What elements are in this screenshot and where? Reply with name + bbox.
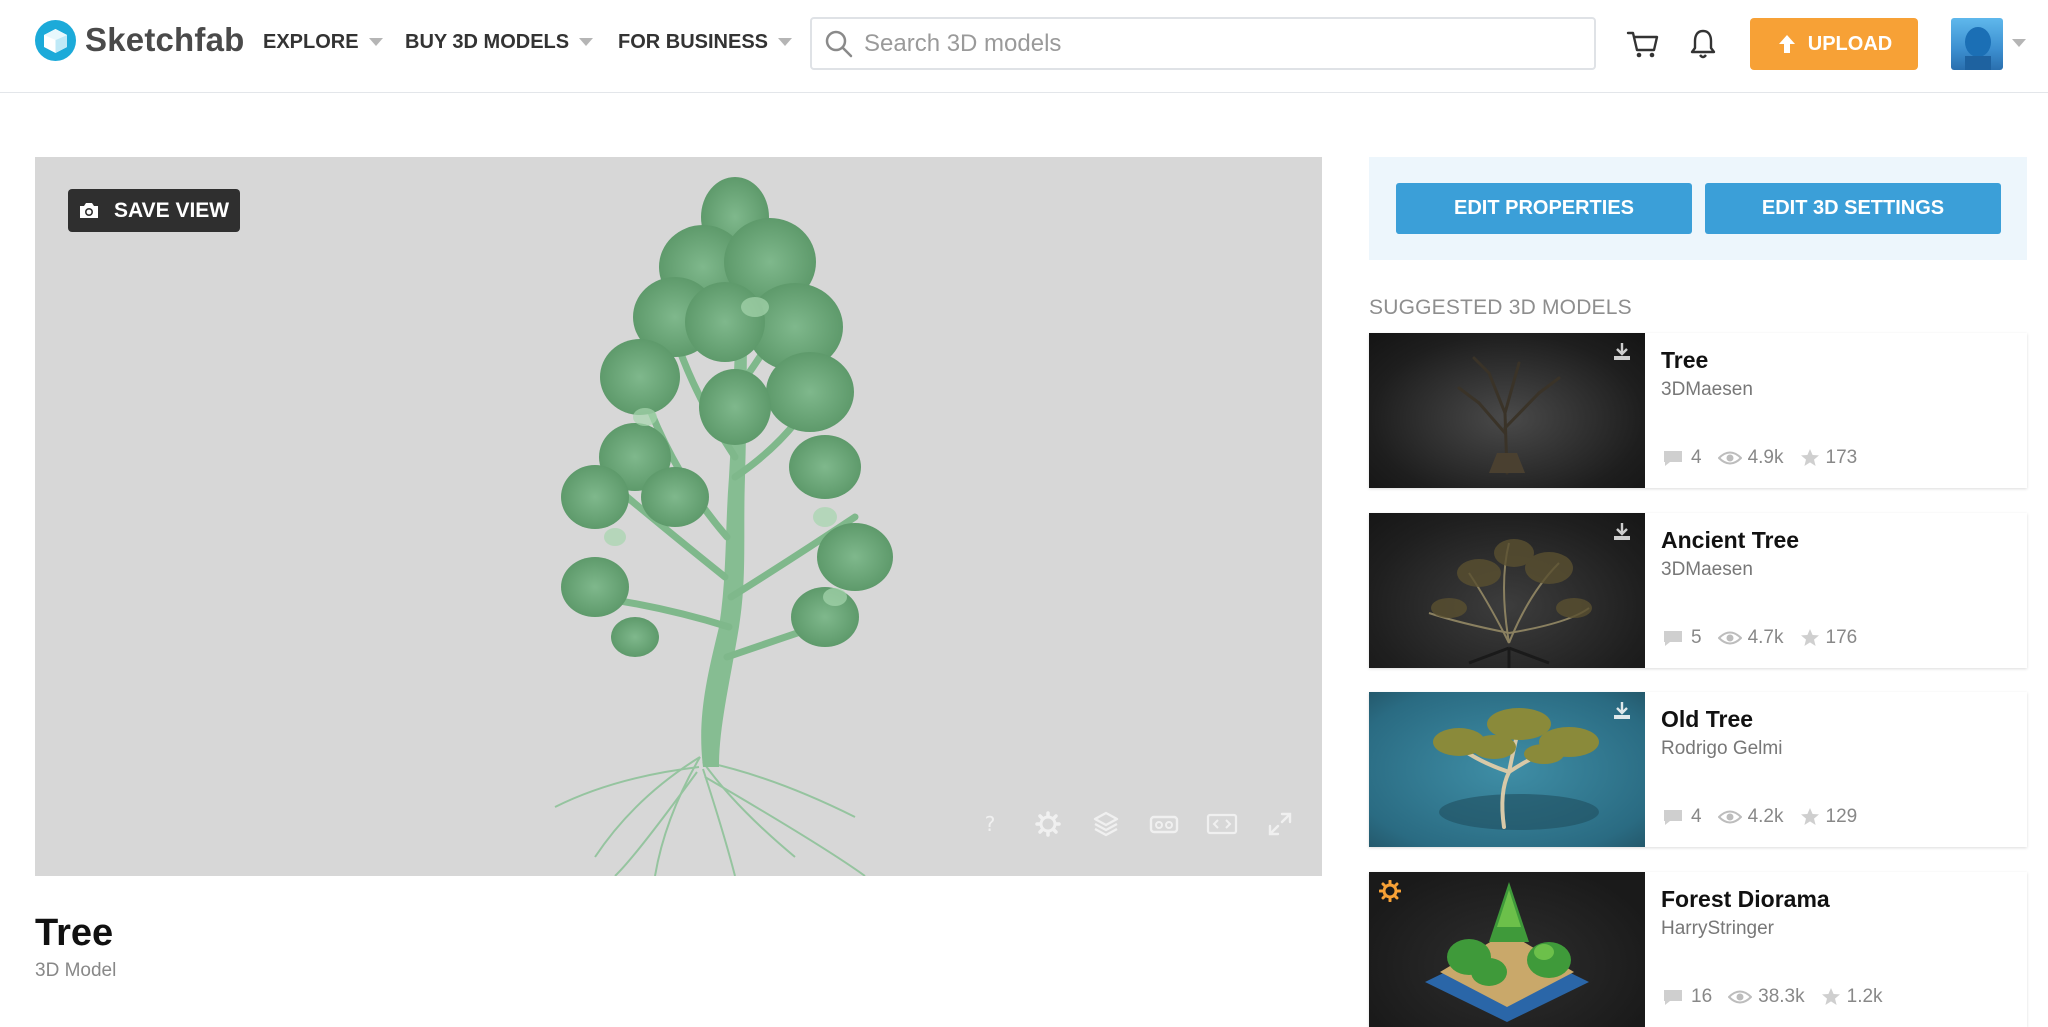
camera-icon — [80, 203, 98, 218]
view-count: 4.7k — [1747, 627, 1784, 648]
nav-for-business[interactable]: FOR BUSINESS — [618, 28, 793, 56]
chevron-down-icon — [368, 38, 383, 46]
staff-pick-icon — [1379, 880, 1401, 902]
star-icon — [1821, 988, 1840, 1005]
nav-explore-label: EXPLORE — [263, 30, 359, 53]
avatar[interactable] — [1951, 18, 2003, 70]
model-name: Ancient Tree — [1661, 527, 1800, 553]
model-thumbnail — [1369, 872, 1645, 1027]
edit-3d-settings-button[interactable]: EDIT 3D SETTINGS — [1705, 183, 2001, 234]
view-count: 4.2k — [1747, 806, 1784, 827]
like-count: 1.2k — [1846, 986, 1883, 1007]
layers-icon[interactable] — [1089, 807, 1123, 841]
viewer-controls: ? — [949, 807, 1297, 841]
sketchfab-logo-icon — [35, 19, 76, 61]
model-author: Rodrigo Gelmi — [1661, 738, 1783, 759]
model-type-label: 3D Model — [35, 960, 117, 981]
chevron-down-icon — [778, 38, 793, 46]
nav-buy-3d-models[interactable]: BUY 3D MODELS — [405, 28, 594, 56]
nav-business-label: FOR BUSINESS — [618, 30, 769, 53]
model-name: Tree — [1661, 347, 1709, 373]
comment-icon — [1664, 990, 1682, 1005]
save-view-button[interactable]: SAVE VIEW — [68, 189, 241, 232]
embed-icon[interactable] — [1205, 807, 1239, 841]
model-name: Forest Diorama — [1661, 886, 1830, 912]
owner-edit-panel: EDIT PROPERTIES EDIT 3D SETTINGS — [1369, 157, 2027, 260]
suggested-models-heading: SUGGESTED 3D MODELS — [1369, 296, 1632, 319]
download-icon — [1614, 343, 1630, 360]
model-stats: 16 38.3k 1.2k — [1661, 986, 1899, 1008]
nav-explore[interactable]: EXPLORE — [263, 28, 383, 56]
model-thumbnail — [1369, 513, 1645, 668]
help-icon[interactable]: ? — [973, 807, 1007, 841]
search-input[interactable] — [864, 29, 1564, 58]
cart-icon[interactable] — [1625, 26, 1661, 62]
like-count: 173 — [1825, 447, 1858, 468]
page-title: Tree — [35, 912, 114, 954]
chevron-down-icon — [579, 38, 594, 46]
svg-text:?: ? — [985, 812, 996, 836]
model-thumbnail — [1369, 692, 1645, 847]
upload-button[interactable]: UPLOAD — [1750, 18, 1918, 70]
star-icon — [1800, 449, 1819, 466]
chevron-down-icon[interactable] — [2012, 39, 2026, 47]
save-view-label: SAVE VIEW — [114, 198, 230, 222]
comment-icon — [1664, 631, 1682, 646]
suggested-model-card[interactable]: Ancient Tree 3DMaesen 5 4.7k 176 — [1369, 513, 2027, 668]
model-viewer[interactable]: SAVE VIEW ? — [35, 157, 1322, 876]
comment-icon — [1664, 451, 1682, 466]
vr-headset-icon[interactable] — [1147, 807, 1181, 841]
nav-buy-label: BUY 3D MODELS — [405, 30, 570, 53]
model-stats: 4 4.9k 173 — [1661, 447, 1873, 469]
search-box[interactable] — [810, 17, 1596, 70]
eye-icon — [1717, 810, 1742, 824]
model-name: Old Tree — [1661, 706, 1754, 732]
bell-icon[interactable] — [1685, 26, 1721, 62]
model-author: 3DMaesen — [1661, 379, 1753, 400]
suggested-model-card[interactable]: Old Tree Rodrigo Gelmi 4 4.2k 129 — [1369, 692, 2027, 847]
settings-gear-icon[interactable] — [1031, 807, 1065, 841]
tree-model-render — [554, 177, 893, 876]
comment-count: 4 — [1691, 447, 1702, 468]
model-thumbnail — [1369, 333, 1645, 488]
model-stats: 5 4.7k 176 — [1661, 627, 1873, 649]
search-icon — [825, 30, 853, 57]
star-icon — [1800, 808, 1819, 825]
arrow-up-icon — [1778, 35, 1795, 53]
like-count: 176 — [1825, 627, 1858, 648]
comment-count: 5 — [1691, 627, 1702, 648]
model-stats: 4 4.2k 129 — [1661, 806, 1873, 828]
like-count: 129 — [1825, 806, 1858, 827]
comment-icon — [1664, 810, 1682, 825]
star-icon — [1800, 629, 1819, 646]
comment-count: 4 — [1691, 806, 1702, 827]
eye-icon — [1717, 451, 1742, 465]
fullscreen-icon[interactable] — [1263, 807, 1297, 841]
suggested-model-card[interactable]: Tree 3DMaesen 4 4.9k 173 — [1369, 333, 2027, 488]
download-icon — [1614, 523, 1630, 540]
edit-properties-button[interactable]: EDIT PROPERTIES — [1396, 183, 1692, 234]
comment-count: 16 — [1691, 986, 1713, 1007]
eye-icon — [1717, 631, 1742, 645]
view-count: 38.3k — [1758, 986, 1805, 1007]
eye-icon — [1728, 990, 1753, 1004]
download-icon — [1614, 702, 1630, 719]
view-count: 4.9k — [1747, 447, 1784, 468]
upload-label: UPLOAD — [1807, 32, 1893, 55]
model-author: HarryStringer — [1661, 918, 1774, 939]
top-header: Sketchfab EXPLORE BUY 3D MODELS FOR BUSI… — [0, 0, 2048, 93]
sketchfab-logo[interactable]: Sketchfab — [35, 18, 245, 62]
logo-text: Sketchfab — [85, 21, 245, 58]
suggested-model-card[interactable]: Forest Diorama HarryStringer 16 38.3k 1.… — [1369, 872, 2027, 1027]
model-author: 3DMaesen — [1661, 559, 1753, 580]
